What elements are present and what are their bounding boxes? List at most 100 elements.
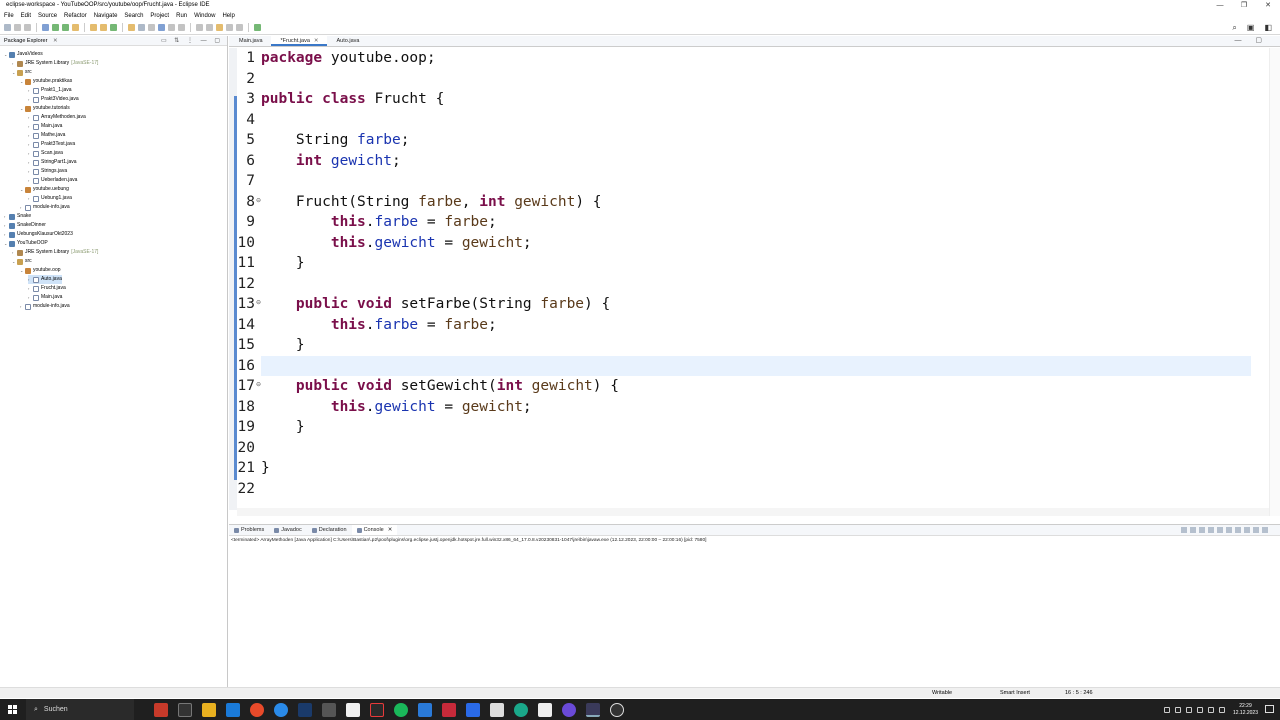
- tree-item[interactable]: › StringPart1.java: [28, 158, 77, 167]
- maximize-view-icon[interactable]: [1262, 527, 1268, 533]
- tree-item[interactable]: › Strings.java: [28, 167, 67, 176]
- console-tab-declaration[interactable]: Declaration: [307, 525, 352, 535]
- next-annotation-icon[interactable]: [196, 24, 203, 31]
- app-icon[interactable]: [538, 702, 552, 717]
- debug-icon[interactable]: [42, 24, 49, 31]
- block-selection-icon[interactable]: [178, 24, 185, 31]
- pin-console-icon[interactable]: [1226, 527, 1232, 533]
- tree-item[interactable]: › module-info.java: [20, 302, 70, 311]
- tree-item[interactable]: ⌄ YouTubeOOP: [4, 239, 48, 248]
- app-icon[interactable]: [490, 702, 504, 717]
- app-icon[interactable]: [466, 702, 480, 717]
- external-tools-icon[interactable]: [72, 24, 79, 31]
- toggle-mark-icon[interactable]: [148, 24, 155, 31]
- tree-item[interactable]: › Snake: [4, 212, 31, 221]
- file-explorer-icon[interactable]: [202, 702, 216, 717]
- app-icon[interactable]: [442, 702, 456, 717]
- menu-help[interactable]: Help: [222, 11, 234, 21]
- perspective-icon[interactable]: ▣: [1247, 23, 1255, 33]
- maximize-button[interactable]: ❐: [1232, 0, 1256, 11]
- onedrive-icon[interactable]: [1174, 706, 1181, 713]
- open-type-icon[interactable]: [128, 24, 135, 31]
- vscode-icon[interactable]: [418, 702, 432, 717]
- tree-item[interactable]: › ArrayMethoden.java: [28, 113, 86, 122]
- tree-item[interactable]: › Scan.java: [28, 149, 63, 158]
- menu-navigate[interactable]: Navigate: [94, 11, 118, 21]
- display-console-icon[interactable]: [1235, 527, 1241, 533]
- tree-item[interactable]: › Auto.java: [28, 275, 62, 284]
- clear-console-icon[interactable]: [1181, 527, 1187, 533]
- tree-item[interactable]: ⌄ youtube.uebung: [20, 185, 69, 194]
- tree-item[interactable]: ⌄ youtube.oop: [20, 266, 61, 275]
- view-controls[interactable]: ▭ ⇅ ⋮ — ▢: [161, 36, 223, 46]
- start-button[interactable]: [4, 699, 20, 720]
- tree-item[interactable]: › JRE System Library [JavaSE-17]: [12, 59, 98, 68]
- firefox-icon[interactable]: [250, 702, 264, 717]
- close-tab-icon[interactable]: ✕: [388, 525, 393, 536]
- forward-icon[interactable]: [236, 24, 243, 31]
- editor-tab[interactable]: *Frucht.java ✕: [270, 36, 327, 46]
- tree-item[interactable]: › Main.java: [28, 122, 62, 131]
- network-icon[interactable]: [1185, 706, 1192, 713]
- java-perspective-icon[interactable]: ◧: [1264, 23, 1272, 33]
- editor-tab[interactable]: Main.java: [229, 36, 271, 46]
- show-whitespace-icon[interactable]: [168, 24, 175, 31]
- tree-item[interactable]: ⌄ JavaVideos: [4, 50, 43, 59]
- minimize-button[interactable]: —: [1208, 0, 1232, 11]
- terminate-icon[interactable]: [1190, 527, 1196, 533]
- console-tab-problems[interactable]: Problems: [229, 525, 269, 535]
- word-wrap-icon[interactable]: [1217, 527, 1223, 533]
- search-icon[interactable]: ⌕: [1232, 23, 1236, 33]
- console-tab-javadoc[interactable]: Javadoc: [269, 525, 307, 535]
- open-console-icon[interactable]: [1244, 527, 1250, 533]
- menu-search[interactable]: Search: [124, 11, 143, 21]
- vertical-scrollbar[interactable]: [1269, 48, 1280, 516]
- scroll-lock-icon[interactable]: [1208, 527, 1214, 533]
- previous-annotation-icon[interactable]: [206, 24, 213, 31]
- menu-window[interactable]: Window: [194, 11, 215, 21]
- last-edit-icon[interactable]: [216, 24, 223, 31]
- clock[interactable]: 22:29 12.12.2023: [1233, 703, 1258, 717]
- tree-item[interactable]: › Frucht.java: [28, 284, 66, 293]
- save-icon[interactable]: [14, 24, 21, 31]
- edge-icon[interactable]: [514, 702, 528, 717]
- close-tab-icon[interactable]: ✕: [314, 38, 319, 44]
- pin-editor-icon[interactable]: [254, 24, 261, 31]
- tree-item[interactable]: › Uebung1.java: [28, 194, 72, 203]
- close-view-icon[interactable]: ✕: [53, 38, 58, 44]
- new-java-project-icon[interactable]: [90, 24, 97, 31]
- tree-item[interactable]: ⌄ youtube.praktikas: [20, 77, 72, 86]
- back-icon[interactable]: [226, 24, 233, 31]
- remove-launch-icon[interactable]: [1199, 527, 1205, 533]
- volume-icon[interactable]: [1196, 706, 1203, 713]
- editor-controls[interactable]: — ▢: [1234, 36, 1268, 46]
- app-icon[interactable]: [154, 702, 168, 717]
- notification-icon[interactable]: [1265, 705, 1274, 713]
- editor-tab[interactable]: Auto.java: [327, 36, 368, 46]
- tree-item[interactable]: › Ueberladen.java: [28, 176, 77, 185]
- minimize-view-icon[interactable]: [1253, 527, 1259, 533]
- horizontal-scrollbar[interactable]: [237, 508, 1269, 516]
- coverage-icon[interactable]: [62, 24, 69, 31]
- code-editor[interactable]: [229, 48, 1269, 516]
- menu-project[interactable]: Project: [150, 11, 169, 21]
- notes-icon[interactable]: [346, 702, 360, 717]
- console-tab-console[interactable]: Console ✕: [351, 525, 398, 536]
- tree-item[interactable]: ⌄ youtube.tutorials: [20, 104, 70, 113]
- tree-item[interactable]: ⌄ src: [12, 68, 32, 77]
- chevron-up-icon[interactable]: [1163, 706, 1170, 713]
- eclipse-icon[interactable]: [586, 702, 600, 717]
- app-icon[interactable]: [370, 702, 384, 717]
- battery-icon[interactable]: [1207, 706, 1214, 713]
- tree-item[interactable]: › UebungsKlausurOkt2023: [4, 230, 73, 239]
- toggle-breadcrumb-icon[interactable]: [158, 24, 165, 31]
- tree-item[interactable]: › Prakt3Video.java: [28, 95, 79, 104]
- menu-refactor[interactable]: Refactor: [64, 11, 87, 21]
- tree-item[interactable]: › module-info.java: [20, 203, 70, 212]
- tree-item[interactable]: › Main.java: [28, 293, 62, 302]
- tree-item[interactable]: › Prakt1_1.java: [28, 86, 72, 95]
- mail-icon[interactable]: [226, 702, 240, 717]
- tree-item[interactable]: ⌄ src: [12, 257, 32, 266]
- run-icon[interactable]: [52, 24, 59, 31]
- new-icon[interactable]: [4, 24, 11, 31]
